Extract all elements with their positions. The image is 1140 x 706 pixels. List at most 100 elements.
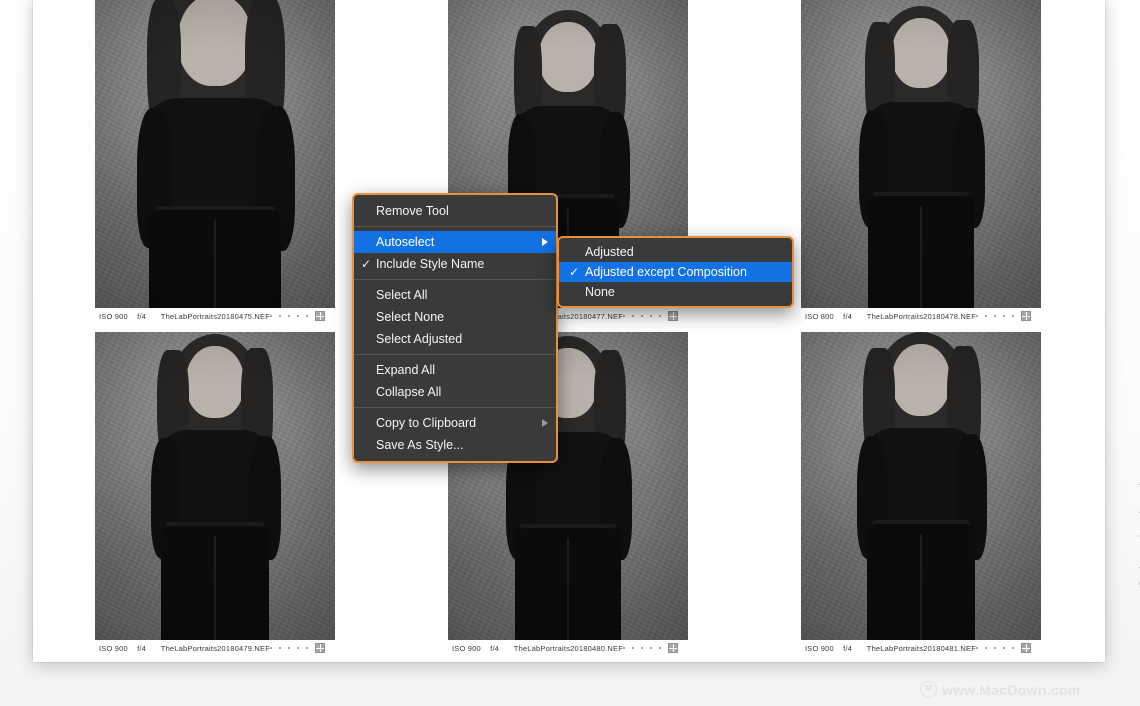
rating-dot[interactable] bbox=[632, 647, 634, 649]
menu-item-label: Include Style Name bbox=[376, 257, 484, 271]
rating-dot[interactable] bbox=[306, 315, 308, 317]
menu-item-copy-to-clipboard[interactable]: Copy to Clipboard bbox=[354, 412, 556, 434]
rating-dot[interactable] bbox=[270, 647, 272, 649]
thumbnail-item[interactable]: ISO 900 f/4 TheLabPortraits20180481.NEF bbox=[801, 332, 1041, 656]
rating-dot[interactable] bbox=[985, 315, 987, 317]
photo-preview bbox=[801, 332, 1041, 640]
menu-item-autoselect[interactable]: Autoselect bbox=[354, 231, 556, 253]
menu-item-save-as-style[interactable]: Save As Style... bbox=[354, 434, 556, 456]
thumbnail-item[interactable]: ISO 800 f/4 TheLabPortraits20180478.NEF bbox=[801, 0, 1041, 324]
grid-icon[interactable] bbox=[668, 311, 678, 321]
context-menu[interactable]: Remove Tool Autoselect ✓ Include Style N… bbox=[352, 193, 558, 463]
autoselect-submenu[interactable]: Adjusted ✓ Adjusted except Composition N… bbox=[557, 236, 794, 308]
rating-dots[interactable] bbox=[270, 643, 329, 653]
menu-item-collapse-all[interactable]: Collapse All bbox=[354, 381, 556, 403]
grid-icon[interactable] bbox=[1021, 311, 1031, 321]
rating-dots[interactable] bbox=[623, 643, 682, 653]
rating-dot[interactable] bbox=[1003, 315, 1005, 317]
photo-preview bbox=[95, 332, 335, 640]
submenu-item-adjusted-except-composition[interactable]: ✓ Adjusted except Composition bbox=[559, 262, 792, 282]
rating-dot[interactable] bbox=[976, 647, 978, 649]
rating-dot[interactable] bbox=[1012, 315, 1014, 317]
rating-dots[interactable] bbox=[270, 311, 329, 321]
rating-dot[interactable] bbox=[650, 647, 652, 649]
rating-dot[interactable] bbox=[659, 647, 661, 649]
iso-label: ISO 900 bbox=[452, 644, 490, 653]
rating-dot[interactable] bbox=[623, 315, 625, 317]
rating-dot[interactable] bbox=[279, 315, 281, 317]
grid-icon[interactable] bbox=[668, 643, 678, 653]
menu-item-label: Copy to Clipboard bbox=[376, 416, 476, 430]
submenu-item-label: Adjusted except Composition bbox=[585, 265, 747, 279]
iso-label: ISO 900 bbox=[99, 644, 137, 653]
rating-dot[interactable] bbox=[641, 647, 643, 649]
menu-item-label: Select All bbox=[376, 288, 427, 302]
menu-item-label: Save As Style... bbox=[376, 438, 464, 452]
menu-item-remove-tool[interactable]: Remove Tool bbox=[354, 200, 556, 222]
thumbnail-item[interactable]: ISO 900 f/4 TheLabPortraits20180479.NEF bbox=[95, 332, 335, 656]
rating-dots[interactable] bbox=[623, 311, 682, 321]
rating-dot[interactable] bbox=[994, 315, 996, 317]
watermark-text: www.MacDown.com bbox=[942, 682, 1081, 698]
menu-item-label: Collapse All bbox=[376, 385, 441, 399]
iso-label: ISO 800 bbox=[805, 312, 843, 321]
rating-dot[interactable] bbox=[994, 647, 996, 649]
thumbnail-infobar: ISO 900 f/4 TheLabPortraits20180480.NEF bbox=[448, 640, 688, 656]
menu-item-expand-all[interactable]: Expand All bbox=[354, 359, 556, 381]
rating-dot[interactable] bbox=[1012, 647, 1014, 649]
check-icon: ✓ bbox=[568, 262, 580, 282]
grid-icon[interactable] bbox=[315, 311, 325, 321]
menu-item-select-adjusted[interactable]: Select Adjusted bbox=[354, 328, 556, 350]
chevron-right-icon bbox=[542, 419, 548, 427]
menu-item-label: Select None bbox=[376, 310, 444, 324]
filename-label: TheLabPortraits20180475.NEF bbox=[161, 312, 270, 321]
menu-item-label: Remove Tool bbox=[376, 204, 449, 218]
filename-label: TheLabPortraits20180481.NEF bbox=[867, 644, 976, 653]
rating-dot[interactable] bbox=[306, 647, 308, 649]
rating-dot[interactable] bbox=[288, 647, 290, 649]
menu-item-select-none[interactable]: Select None bbox=[354, 306, 556, 328]
submenu-item-none[interactable]: None bbox=[559, 282, 792, 302]
photo-vignette bbox=[801, 332, 1041, 640]
rating-dot[interactable] bbox=[297, 647, 299, 649]
rating-dot[interactable] bbox=[270, 315, 272, 317]
rating-dot[interactable] bbox=[976, 315, 978, 317]
rating-dot[interactable] bbox=[279, 647, 281, 649]
macdown-logo-icon: M bbox=[920, 681, 937, 698]
rating-dot[interactable] bbox=[985, 647, 987, 649]
rating-dot[interactable] bbox=[659, 315, 661, 317]
thumbnail-item[interactable]: ISO 900 f/4 TheLabPortraits20180475.NEF bbox=[95, 0, 335, 324]
grid-icon[interactable] bbox=[315, 643, 325, 653]
rating-dot[interactable] bbox=[297, 315, 299, 317]
submenu-item-adjusted[interactable]: Adjusted bbox=[559, 242, 792, 262]
photo-vignette bbox=[95, 332, 335, 640]
iso-label: ISO 900 bbox=[805, 644, 843, 653]
filename-label: TheLabPortraits20180480.NEF bbox=[514, 644, 623, 653]
photo-vignette bbox=[801, 0, 1041, 308]
photo-preview bbox=[95, 0, 335, 308]
check-icon: ✓ bbox=[360, 253, 372, 275]
grid-icon[interactable] bbox=[1021, 643, 1031, 653]
rating-dot[interactable] bbox=[288, 315, 290, 317]
rating-dots[interactable] bbox=[976, 311, 1035, 321]
submenu-item-label: None bbox=[585, 285, 615, 299]
rating-dot[interactable] bbox=[623, 647, 625, 649]
aperture-label: f/4 bbox=[843, 644, 867, 653]
rating-dot[interactable] bbox=[632, 315, 634, 317]
app-canvas: ISO 900 f/4 TheLabPortraits20180475.NEF bbox=[0, 0, 1140, 706]
rating-dot[interactable] bbox=[1003, 647, 1005, 649]
thumbnail-infobar: ISO 800 f/4 TheLabPortraits20180478.NEF bbox=[801, 308, 1041, 324]
menu-separator bbox=[354, 354, 556, 355]
rating-dot[interactable] bbox=[641, 315, 643, 317]
thumbnail-infobar: ISO 900 f/4 TheLabPortraits20180479.NEF bbox=[95, 640, 335, 656]
filename-label: TheLabPortraits20180478.NEF bbox=[867, 312, 976, 321]
menu-separator bbox=[354, 226, 556, 227]
rating-dots[interactable] bbox=[976, 643, 1035, 653]
aperture-label: f/4 bbox=[490, 644, 514, 653]
watermark: M www.MacDown.com bbox=[920, 681, 1081, 698]
menu-item-include-style-name[interactable]: ✓ Include Style Name bbox=[354, 253, 556, 275]
rating-dot[interactable] bbox=[650, 315, 652, 317]
aperture-label: f/4 bbox=[843, 312, 867, 321]
submenu-item-label: Adjusted bbox=[585, 245, 634, 259]
menu-item-select-all[interactable]: Select All bbox=[354, 284, 556, 306]
